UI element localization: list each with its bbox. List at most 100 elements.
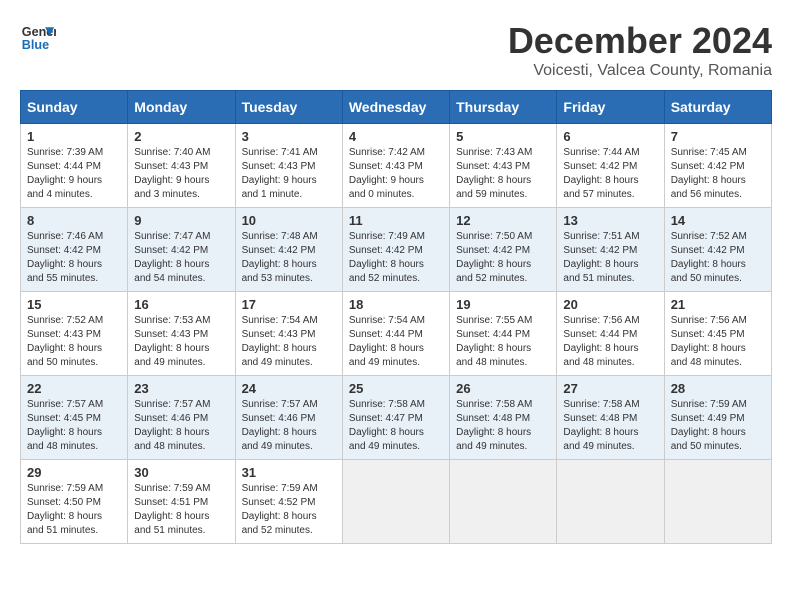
calendar-cell: 16 Sunrise: 7:53 AM Sunset: 4:43 PM Dayli… [128, 292, 235, 376]
calendar-cell: 8 Sunrise: 7:46 AM Sunset: 4:42 PM Daylig… [21, 208, 128, 292]
weekday-header: Thursday [450, 91, 557, 124]
calendar-cell: 10 Sunrise: 7:48 AM Sunset: 4:42 PM Dayli… [235, 208, 342, 292]
logo-icon: General Blue [20, 20, 56, 56]
day-info: Sunrise: 7:41 AM Sunset: 4:43 PM Dayligh… [242, 146, 336, 202]
day-number: 6 [563, 129, 657, 144]
calendar-week-row: 22Sunrise: 7:57 AM Sunset: 4:45 PM Dayli… [21, 376, 772, 460]
day-info: Sunrise: 7:57 AM Sunset: 4:46 PM Dayligh… [242, 398, 336, 454]
calendar-cell: 5 Sunrise: 7:43 AM Sunset: 4:43 PM Daylig… [450, 124, 557, 208]
calendar-cell: 20 Sunrise: 7:56 AM Sunset: 4:44 PM Dayli… [557, 292, 664, 376]
day-info: Sunrise: 7:39 AM Sunset: 4:44 PM Dayligh… [27, 146, 121, 202]
day-number: 20 [563, 297, 657, 312]
day-info: Sunrise: 7:46 AM Sunset: 4:42 PM Dayligh… [27, 230, 121, 286]
day-number: 15 [27, 297, 121, 312]
day-number: 3 [242, 129, 336, 144]
calendar-cell: 2 Sunrise: 7:40 AM Sunset: 4:43 PM Daylig… [128, 124, 235, 208]
day-number: 7 [671, 129, 765, 144]
calendar-cell: 14 Sunrise: 7:52 AM Sunset: 4:42 PM Dayli… [664, 208, 771, 292]
calendar-cell: 3 Sunrise: 7:41 AM Sunset: 4:43 PM Daylig… [235, 124, 342, 208]
day-number: 16 [134, 297, 228, 312]
calendar-cell [342, 460, 449, 544]
calendar-cell: 4 Sunrise: 7:42 AM Sunset: 4:43 PM Daylig… [342, 124, 449, 208]
calendar-week-row: 8 Sunrise: 7:46 AM Sunset: 4:42 PM Daylig… [21, 208, 772, 292]
day-number: 23 [134, 381, 228, 396]
day-number: 27 [563, 381, 657, 396]
weekday-header: Friday [557, 91, 664, 124]
logo: General Blue [20, 20, 56, 56]
day-number: 25 [349, 381, 443, 396]
day-number: 8 [27, 213, 121, 228]
day-info: Sunrise: 7:57 AM Sunset: 4:46 PM Dayligh… [134, 398, 228, 454]
day-number: 2 [134, 129, 228, 144]
day-number: 14 [671, 213, 765, 228]
calendar-cell: 29Sunrise: 7:59 AM Sunset: 4:50 PM Dayli… [21, 460, 128, 544]
weekday-header-row: SundayMondayTuesdayWednesdayThursdayFrid… [21, 91, 772, 124]
day-number: 21 [671, 297, 765, 312]
day-info: Sunrise: 7:50 AM Sunset: 4:42 PM Dayligh… [456, 230, 550, 286]
day-info: Sunrise: 7:51 AM Sunset: 4:42 PM Dayligh… [563, 230, 657, 286]
day-info: Sunrise: 7:59 AM Sunset: 4:51 PM Dayligh… [134, 482, 228, 538]
calendar-cell [664, 460, 771, 544]
day-number: 22 [27, 381, 121, 396]
day-info: Sunrise: 7:52 AM Sunset: 4:43 PM Dayligh… [27, 314, 121, 370]
day-info: Sunrise: 7:58 AM Sunset: 4:48 PM Dayligh… [456, 398, 550, 454]
calendar-cell: 13 Sunrise: 7:51 AM Sunset: 4:42 PM Dayli… [557, 208, 664, 292]
calendar-cell: 15 Sunrise: 7:52 AM Sunset: 4:43 PM Dayli… [21, 292, 128, 376]
calendar-cell [557, 460, 664, 544]
day-info: Sunrise: 7:56 AM Sunset: 4:44 PM Dayligh… [563, 314, 657, 370]
day-info: Sunrise: 7:48 AM Sunset: 4:42 PM Dayligh… [242, 230, 336, 286]
day-number: 12 [456, 213, 550, 228]
day-number: 28 [671, 381, 765, 396]
calendar-cell: 17Sunrise: 7:54 AM Sunset: 4:43 PM Dayli… [235, 292, 342, 376]
title-section: December 2024 Voicesti, Valcea County, R… [508, 20, 772, 80]
day-number: 26 [456, 381, 550, 396]
day-number: 10 [242, 213, 336, 228]
day-info: Sunrise: 7:59 AM Sunset: 4:49 PM Dayligh… [671, 398, 765, 454]
weekday-header: Wednesday [342, 91, 449, 124]
day-info: Sunrise: 7:43 AM Sunset: 4:43 PM Dayligh… [456, 146, 550, 202]
calendar-cell [450, 460, 557, 544]
calendar-cell: 12 Sunrise: 7:50 AM Sunset: 4:42 PM Dayli… [450, 208, 557, 292]
calendar-cell: 21Sunrise: 7:56 AM Sunset: 4:45 PM Dayli… [664, 292, 771, 376]
day-info: Sunrise: 7:42 AM Sunset: 4:43 PM Dayligh… [349, 146, 443, 202]
calendar-cell: 1 Sunrise: 7:39 AM Sunset: 4:44 PM Daylig… [21, 124, 128, 208]
header: General Blue December 2024 Voicesti, Val… [20, 20, 772, 80]
day-info: Sunrise: 7:55 AM Sunset: 4:44 PM Dayligh… [456, 314, 550, 370]
weekday-header: Tuesday [235, 91, 342, 124]
calendar-cell: 28 Sunrise: 7:59 AM Sunset: 4:49 PM Dayli… [664, 376, 771, 460]
calendar-cell: 6 Sunrise: 7:44 AM Sunset: 4:42 PM Daylig… [557, 124, 664, 208]
day-number: 29 [27, 465, 121, 480]
day-info: Sunrise: 7:58 AM Sunset: 4:47 PM Dayligh… [349, 398, 443, 454]
day-number: 17 [242, 297, 336, 312]
calendar-cell: 7 Sunrise: 7:45 AM Sunset: 4:42 PM Daylig… [664, 124, 771, 208]
calendar-week-row: 15 Sunrise: 7:52 AM Sunset: 4:43 PM Dayli… [21, 292, 772, 376]
calendar-cell: 31Sunrise: 7:59 AM Sunset: 4:52 PM Dayli… [235, 460, 342, 544]
day-info: Sunrise: 7:53 AM Sunset: 4:43 PM Dayligh… [134, 314, 228, 370]
calendar-week-row: 29Sunrise: 7:59 AM Sunset: 4:50 PM Dayli… [21, 460, 772, 544]
day-number: 5 [456, 129, 550, 144]
calendar-cell: 9Sunrise: 7:47 AM Sunset: 4:42 PM Daylig… [128, 208, 235, 292]
calendar-cell: 27Sunrise: 7:58 AM Sunset: 4:48 PM Dayli… [557, 376, 664, 460]
day-number: 11 [349, 213, 443, 228]
svg-text:Blue: Blue [22, 38, 49, 52]
day-number: 13 [563, 213, 657, 228]
calendar-table: SundayMondayTuesdayWednesdayThursdayFrid… [20, 90, 772, 544]
calendar-cell: 23 Sunrise: 7:57 AM Sunset: 4:46 PM Dayli… [128, 376, 235, 460]
weekday-header: Saturday [664, 91, 771, 124]
location-title: Voicesti, Valcea County, Romania [508, 62, 772, 80]
month-title: December 2024 [508, 20, 772, 62]
day-info: Sunrise: 7:45 AM Sunset: 4:42 PM Dayligh… [671, 146, 765, 202]
day-number: 18 [349, 297, 443, 312]
day-info: Sunrise: 7:40 AM Sunset: 4:43 PM Dayligh… [134, 146, 228, 202]
day-info: Sunrise: 7:54 AM Sunset: 4:44 PM Dayligh… [349, 314, 443, 370]
day-info: Sunrise: 7:49 AM Sunset: 4:42 PM Dayligh… [349, 230, 443, 286]
day-info: Sunrise: 7:44 AM Sunset: 4:42 PM Dayligh… [563, 146, 657, 202]
calendar-cell: 24Sunrise: 7:57 AM Sunset: 4:46 PM Dayli… [235, 376, 342, 460]
day-number: 19 [456, 297, 550, 312]
weekday-header: Monday [128, 91, 235, 124]
day-info: Sunrise: 7:52 AM Sunset: 4:42 PM Dayligh… [671, 230, 765, 286]
day-number: 31 [242, 465, 336, 480]
day-number: 1 [27, 129, 121, 144]
calendar-cell: 22Sunrise: 7:57 AM Sunset: 4:45 PM Dayli… [21, 376, 128, 460]
day-number: 4 [349, 129, 443, 144]
